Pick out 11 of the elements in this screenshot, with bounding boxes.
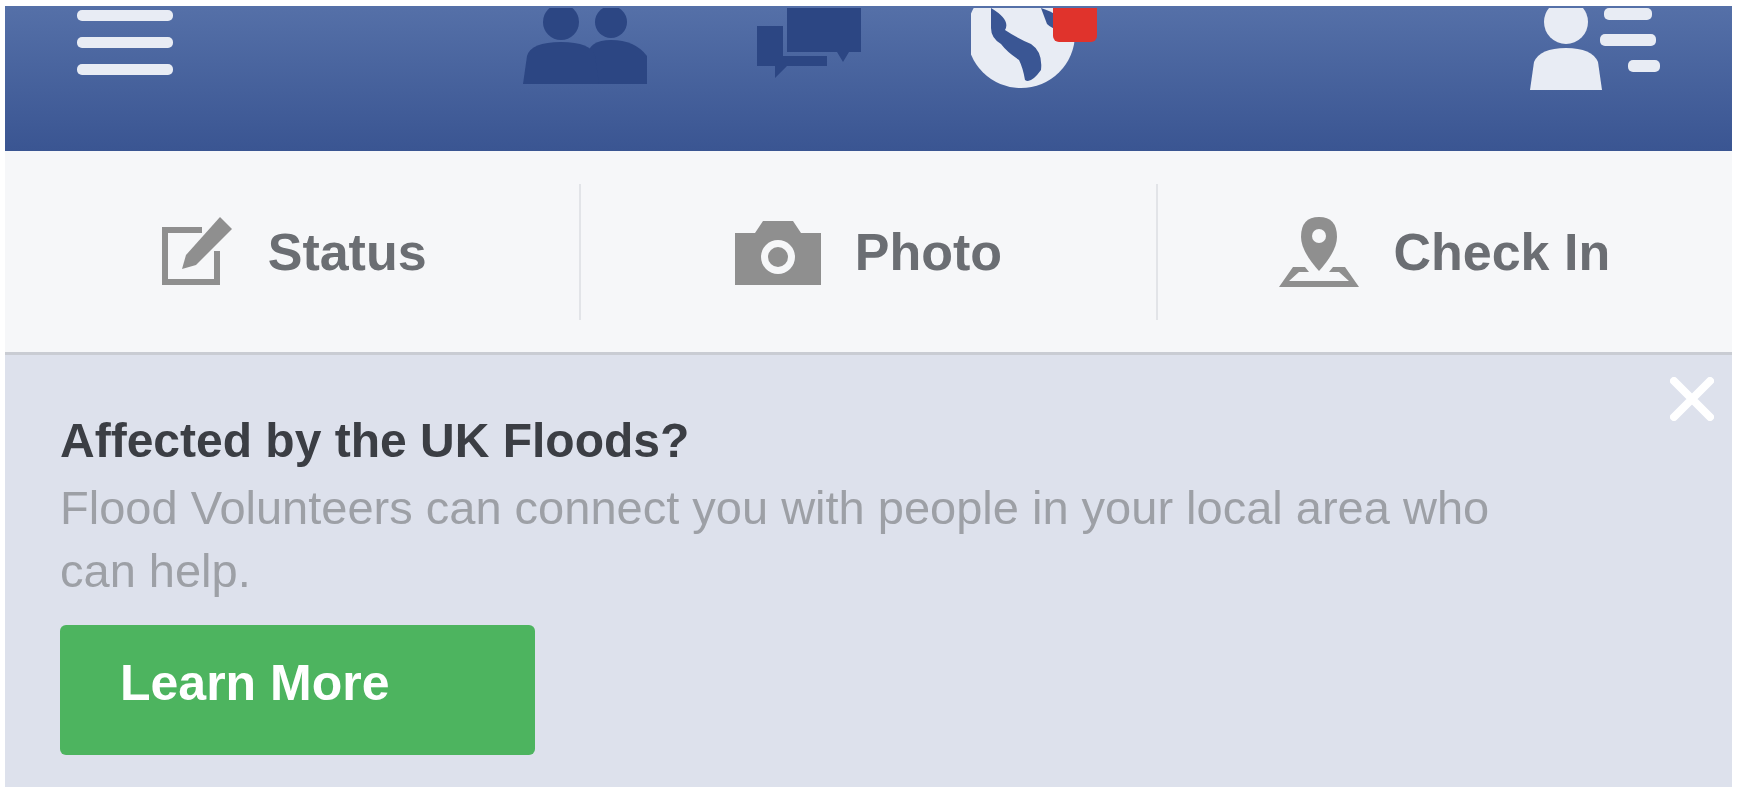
learn-more-button[interactable]: Learn More bbox=[60, 624, 535, 755]
notification-badge bbox=[1053, 8, 1097, 42]
camera-icon bbox=[734, 218, 821, 285]
banner-title: Affected by the UK Floods? bbox=[60, 415, 691, 468]
action-button[interactable]: Photo bbox=[734, 212, 1003, 291]
map-pin-icon bbox=[1279, 216, 1360, 287]
action-button[interactable]: Check In bbox=[1279, 212, 1611, 291]
profile-list-icon[interactable] bbox=[1530, 8, 1660, 90]
action-button[interactable]: Status bbox=[157, 212, 427, 291]
menu-icon[interactable] bbox=[77, 8, 173, 78]
banner-text: Flood Volunteers can connect you with people in your local area who can help. bbox=[60, 479, 1491, 600]
